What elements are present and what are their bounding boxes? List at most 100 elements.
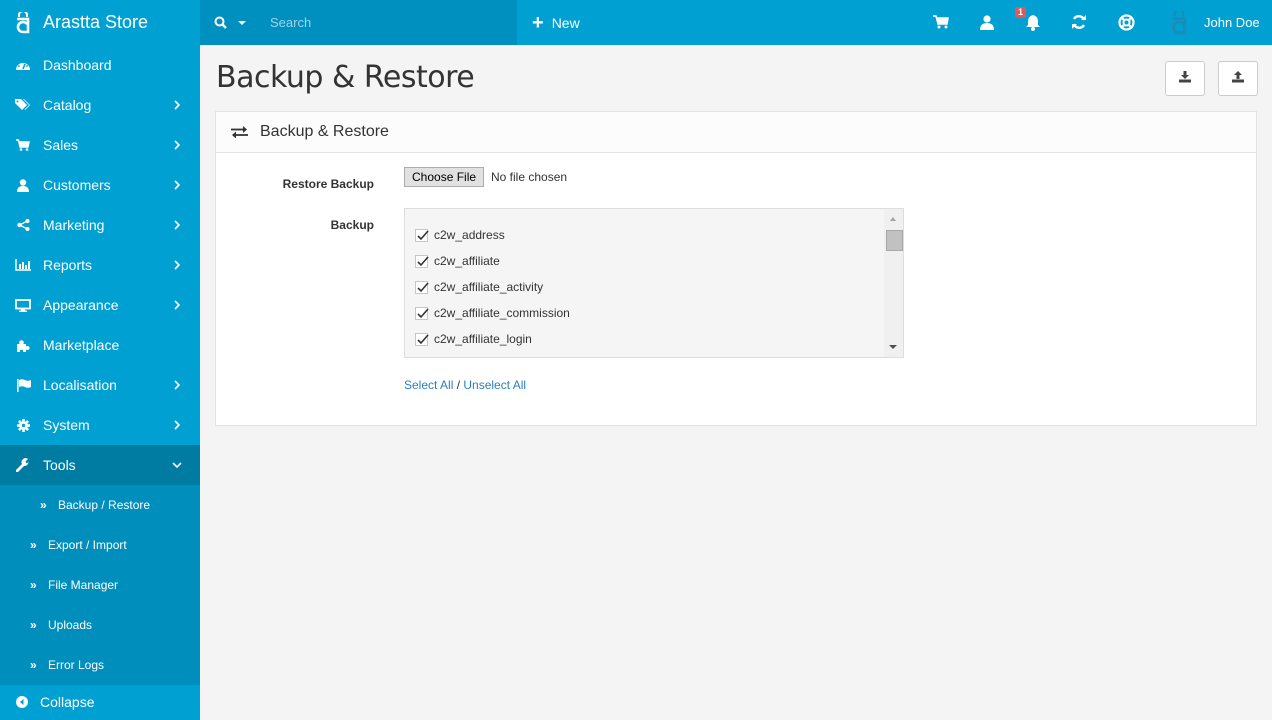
sidebar-item-marketplace[interactable]: Marketplace [0,325,200,365]
sidebar-item-customers[interactable]: Customers [0,165,200,205]
select-all-link[interactable]: Select All [404,378,453,392]
gear-icon [14,418,32,432]
circle-arrow-left-icon [16,696,28,708]
chevron-right-icon [170,178,184,192]
double-chevron-icon: » [30,658,37,672]
table-checkbox-row[interactable]: c2w_affiliate_login [415,332,532,346]
brand[interactable]: Arastta Store [0,0,200,45]
chevron-right-icon [170,298,184,312]
submenu-item-backup-restore[interactable]: » Backup / Restore [0,485,200,525]
top-header: Arastta Store + New 1 John Doe [0,0,1272,45]
chevron-right-icon [170,98,184,112]
sidebar-item-tools[interactable]: Tools [0,445,200,485]
sidebar-item-system[interactable]: System [0,405,200,445]
submenu-item-label: Export / Import [48,538,127,552]
download-backup-button[interactable] [1165,61,1205,96]
tags-icon [14,99,32,111]
table-name: c2w_affiliate_commission [434,306,570,320]
upload-icon [1232,70,1244,88]
scroll-down-arrow-icon[interactable] [889,345,897,349]
submenu-item-export-import[interactable]: » Export / Import [0,525,200,565]
submenu-item-file-manager[interactable]: » File Manager [0,565,200,605]
table-checkbox-row[interactable]: c2w_affiliate_activity [415,280,543,294]
sidebar-item-label: Reports [43,257,93,273]
share-icon [14,219,32,231]
sidebar-item-label: Appearance [43,297,119,313]
sidebar-item-label: Tools [43,457,76,473]
user-icon [14,178,32,192]
page-title: Backup & Restore [216,60,475,95]
arastta-logo-icon [14,11,32,34]
collapse-sidebar-button[interactable]: Collapse [0,684,200,720]
sidebar-item-label: Marketplace [43,337,120,353]
sidebar-item-reports[interactable]: Reports [0,245,200,285]
chevron-down-icon [170,458,184,472]
table-checkbox-row[interactable]: c2w_affiliate_commission [415,306,570,320]
table-name: c2w_address [434,228,505,242]
sidebar-item-catalog[interactable]: Catalog [0,85,200,125]
backup-tables-list[interactable]: c2w_address c2w_affiliate c2w_affiliate_… [404,208,904,358]
double-chevron-icon: » [30,618,37,632]
checkbox-checked[interactable] [415,332,429,346]
submenu-item-uploads[interactable]: » Uploads [0,605,200,645]
table-name: c2w_affiliate [434,254,500,268]
unselect-all-link[interactable]: Unselect All [463,378,526,392]
collapse-label: Collapse [40,694,95,710]
selection-links: Select All / Unselect All [404,378,526,392]
search-scope-dropdown-icon[interactable] [238,20,246,25]
checkbox-checked[interactable] [415,306,429,320]
plus-icon: + [532,11,544,34]
download-icon [1179,70,1191,88]
checkbox-checked[interactable] [415,228,429,242]
chevron-right-icon [170,258,184,272]
brand-name: Arastta Store [43,12,149,32]
avatar [1168,10,1190,35]
user-menu[interactable]: John Doe [1168,0,1260,45]
backup-label: Backup [330,218,374,232]
double-chevron-icon: » [30,538,37,552]
file-status: No file chosen [491,170,568,184]
chevron-right-icon [170,218,184,232]
checkbox-checked[interactable] [415,280,429,294]
panel-title: Backup & Restore [260,123,389,140]
sidebar-item-appearance[interactable]: Appearance [0,285,200,325]
cart-icon[interactable] [932,13,950,31]
sidebar-item-label: Catalog [43,97,92,113]
checkbox-checked[interactable] [415,254,429,268]
panel-heading: Backup & Restore [216,112,1256,153]
user-icon[interactable] [978,13,996,31]
sidebar-item-label: Localisation [43,377,117,393]
new-button[interactable]: + New [532,0,580,45]
sidebar-item-sales[interactable]: Sales [0,125,200,165]
scroll-up-arrow-icon[interactable] [890,217,896,221]
upload-restore-button[interactable] [1218,61,1258,96]
restore-backup-label: Restore Backup [282,177,374,191]
sidebar-item-dashboard[interactable]: Dashboard [0,45,200,85]
submenu-item-label: Error Logs [48,658,105,672]
choose-file-button[interactable]: Choose File [404,167,485,187]
chevron-right-icon [170,378,184,392]
submenu-item-error-logs[interactable]: » Error Logs [0,645,200,685]
desktop-icon [14,298,32,312]
tools-submenu: » Backup / Restore » Export / Import » F… [0,485,200,685]
search-input[interactable] [270,15,490,30]
bell-icon[interactable] [1024,13,1042,31]
submenu-item-label: Uploads [48,618,93,632]
table-checkbox-row[interactable]: c2w_affiliate [415,254,500,268]
scrollbar-thumb[interactable] [886,230,903,251]
wrench-icon [14,458,32,472]
notification-badge: 1 [1015,7,1027,18]
refresh-icon[interactable] [1070,13,1088,31]
search-bar [200,0,517,45]
search-icon[interactable] [214,16,228,30]
sidebar-item-label: Marketing [43,217,105,233]
help-lifebuoy-icon[interactable] [1117,13,1135,31]
sidebar-item-marketing[interactable]: Marketing [0,205,200,245]
scrollbar[interactable] [884,209,903,357]
exchange-icon [231,126,248,138]
sidebar-item-localisation[interactable]: Localisation [0,365,200,405]
table-checkbox-row[interactable]: c2w_address [415,228,505,242]
table-name: c2w_affiliate_activity [434,280,544,294]
user-name: John Doe [1204,15,1260,30]
double-chevron-icon: » [40,498,47,512]
